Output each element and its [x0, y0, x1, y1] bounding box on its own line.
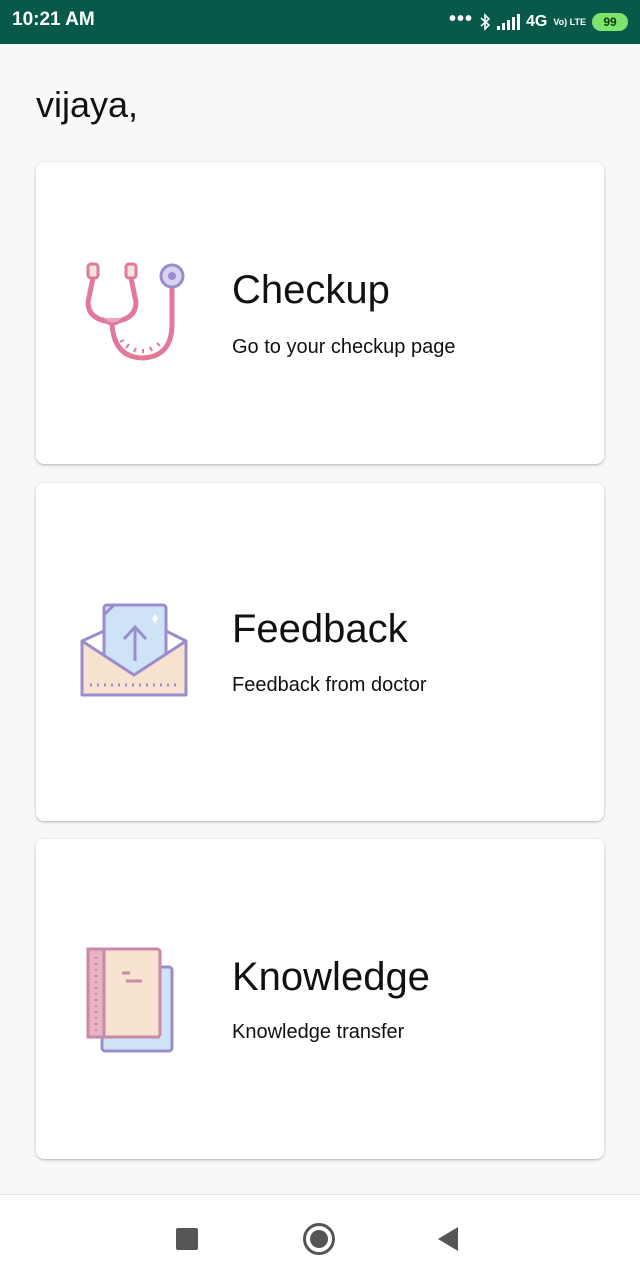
card-title: Checkup — [232, 268, 390, 312]
knowledge-card[interactable]: Knowledge Knowledge transfer — [36, 839, 604, 1159]
feedback-card[interactable]: Feedback Feedback from doctor — [36, 483, 604, 821]
bluetooth-icon — [480, 13, 491, 31]
volte-indicator: Vo) LTE — [553, 16, 586, 27]
more-notifications-icon: ••• — [448, 8, 473, 30]
triangle-back-icon[interactable] — [438, 1227, 458, 1251]
card-subtitle: Go to your checkup page — [232, 336, 456, 358]
status-bar: 10:21 AM ••• 4G Vo) LTE 99 — [0, 0, 640, 44]
battery-indicator: 99 — [592, 13, 628, 31]
checkup-card[interactable]: Checkup Go to your checkup page — [36, 162, 604, 464]
card-title: Feedback — [232, 607, 408, 651]
envelope-upload-icon — [80, 603, 188, 697]
card-subtitle: Knowledge transfer — [232, 1021, 405, 1043]
card-title: Knowledge — [232, 955, 430, 999]
circle-icon[interactable] — [303, 1223, 335, 1255]
status-icons: ••• 4G Vo) LTE 99 — [449, 8, 628, 36]
stethoscope-icon — [85, 262, 185, 361]
system-navigation-bar — [0, 1194, 640, 1281]
signal-icon — [496, 14, 520, 30]
books-icon — [86, 947, 174, 1053]
greeting-title: vijaya, — [36, 84, 139, 125]
status-time: 10:21 AM — [12, 9, 95, 30]
card-subtitle: Feedback from doctor — [232, 674, 427, 696]
square-icon[interactable] — [176, 1228, 198, 1250]
network-type: 4G — [525, 13, 548, 30]
